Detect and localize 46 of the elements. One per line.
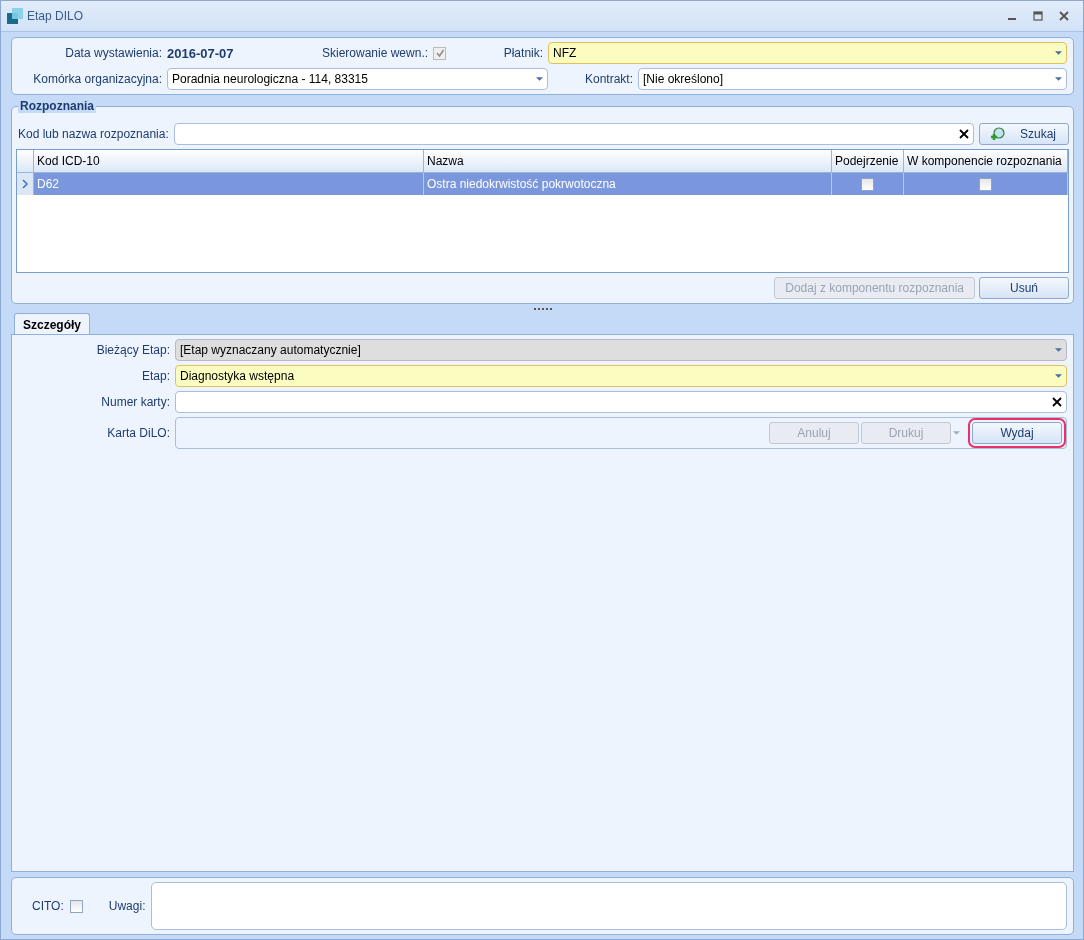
close-icon[interactable]: [1059, 11, 1069, 21]
row-pointer-icon: [22, 179, 28, 189]
notes-field[interactable]: [151, 882, 1067, 930]
window-title: Etap DILO: [27, 9, 84, 23]
date-value: 2016-07-07: [167, 45, 235, 61]
column-header[interactable]: Kod ICD-10: [34, 150, 424, 172]
field-label: Skierowanie wewn.:: [322, 46, 429, 60]
checkbox[interactable]: [861, 177, 874, 191]
checkbox[interactable]: [69, 899, 83, 913]
field-label: Płatnik:: [502, 46, 544, 60]
payer-dropdown[interactable]: NFZ: [548, 42, 1067, 64]
dropdown-arrow-icon[interactable]: [536, 77, 543, 81]
field-label: Etap:: [140, 369, 170, 383]
dropdown-arrow-icon[interactable]: [1055, 374, 1062, 378]
splitter-grip-icon[interactable]: [532, 308, 553, 311]
group-title: Rozpoznania: [18, 99, 96, 113]
field-label: Uwagi:: [108, 899, 146, 913]
search-field[interactable]: [173, 123, 974, 145]
tab[interactable]: Szczegóły: [14, 313, 91, 335]
field-label: Kontrakt:: [583, 72, 633, 86]
dropdown-arrow-icon[interactable]: [1055, 77, 1062, 81]
table-cell: D62: [34, 173, 424, 195]
app-icon: [7, 8, 23, 24]
field-label: Bieżący Etap:: [95, 343, 170, 357]
search-button[interactable]: Szukaj: [979, 123, 1069, 145]
unit-dropdown[interactable]: Poradnia neurologiczna - 114, 83315: [167, 68, 548, 90]
search-icon: [990, 126, 1006, 142]
clear-icon[interactable]: [1052, 397, 1062, 407]
checkbox[interactable]: [979, 177, 992, 191]
field-label: Kod lub nazwa rozpoznania:: [17, 127, 169, 141]
field-label: Karta DiLO:: [106, 426, 170, 440]
field-label: Data wystawienia:: [64, 46, 162, 60]
column-header[interactable]: Podejrzenie: [832, 150, 904, 172]
field-label: CITO:: [32, 899, 64, 913]
stage-dropdown[interactable]: Diagnostyka wstępna: [175, 365, 1067, 387]
field-label: Komórka organizacyjna:: [32, 72, 162, 86]
dropdown-arrow-icon[interactable]: [1055, 51, 1062, 55]
contract-dropdown[interactable]: [Nie określono]: [638, 68, 1067, 90]
table-cell: Ostra niedokrwistość pokrwotoczna: [424, 173, 832, 195]
column-header[interactable]: Nazwa: [424, 150, 832, 172]
maximize-icon[interactable]: [1033, 11, 1043, 21]
field-label: Numer karty:: [100, 395, 170, 409]
clear-icon[interactable]: [959, 129, 969, 139]
action-button[interactable]: Usuń: [979, 277, 1069, 299]
column-header[interactable]: W komponencie rozpoznania: [904, 150, 1068, 172]
card-number-field[interactable]: [175, 391, 1067, 413]
